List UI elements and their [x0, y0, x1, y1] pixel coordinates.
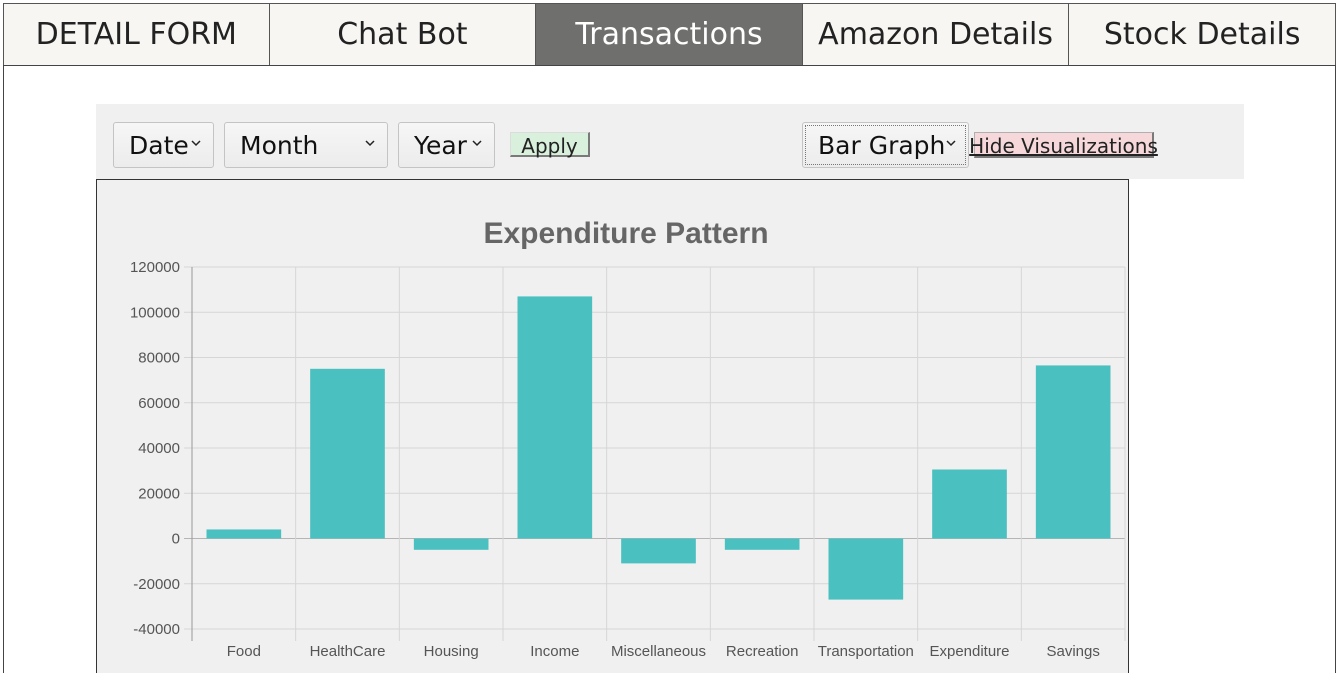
graph-type-label: Bar Graph — [818, 130, 946, 160]
bar-transportation — [828, 538, 904, 600]
bar-housing — [413, 538, 489, 550]
y-tick-label: -40000 — [133, 621, 180, 638]
x-tick-label: Recreation — [726, 643, 799, 660]
x-tick-label: Transportation — [818, 643, 914, 660]
chart-axes: 120000 100000 80000 60000 40000 20000 0 -20000 -… — [130, 259, 1100, 660]
bar-income — [517, 296, 593, 539]
month-select[interactable]: Month — [224, 122, 388, 168]
y-tick-label: 20000 — [138, 485, 180, 502]
tab-chat-bot[interactable]: Chat Bot — [269, 3, 537, 65]
bar-savings — [1035, 365, 1111, 539]
tab-transactions[interactable]: Transactions — [536, 3, 803, 65]
bar-expenditure — [932, 469, 1007, 539]
y-tick-label: 80000 — [138, 350, 180, 367]
chart-title: Expenditure Pattern — [483, 217, 768, 250]
bar-food — [206, 529, 282, 539]
hide-visualizations-button[interactable]: Hide Visualizations — [969, 132, 1158, 158]
bar-healthcare — [310, 368, 385, 539]
y-tick-label: 120000 — [130, 259, 180, 276]
x-tick-label: Expenditure — [929, 643, 1009, 660]
y-tick-label: 100000 — [130, 304, 180, 321]
chevron-down-icon — [472, 140, 482, 147]
chevron-down-icon — [365, 140, 375, 147]
tab-stock-details[interactable]: Stock Details — [1069, 3, 1336, 65]
tab-amazon-details[interactable]: Amazon Details — [802, 3, 1070, 65]
chevron-down-icon — [946, 140, 956, 147]
x-tick-label: Income — [530, 643, 579, 660]
y-tick-label: 40000 — [138, 440, 180, 457]
chart-container: Expenditure Pattern 120000 100000 80000 600… — [96, 179, 1129, 673]
page-border-right — [1335, 65, 1336, 673]
tab-detail-form[interactable]: DETAIL FORM — [3, 3, 270, 65]
date-select[interactable]: Date — [113, 122, 214, 168]
page-border-left — [3, 65, 4, 673]
graph-type-select[interactable]: Bar Graph — [802, 122, 969, 168]
month-select-label: Month — [240, 130, 319, 160]
y-tick-label: 0 — [172, 531, 180, 548]
tab-bar: DETAIL FORM Chat Bot Transactions Amazon… — [3, 3, 1336, 66]
filter-toolbar: Date Month Year Apply Bar Graph Hide Vis… — [96, 104, 1244, 179]
x-tick-label: HealthCare — [310, 643, 386, 660]
apply-button[interactable]: Apply — [510, 132, 590, 158]
bar-recreation — [724, 538, 800, 550]
x-tick-label: Savings — [1046, 643, 1099, 660]
x-tick-label: Food — [227, 643, 261, 660]
y-tick-label: -20000 — [133, 576, 180, 593]
chevron-down-icon — [191, 140, 201, 147]
bar-chart: Expenditure Pattern 120000 100000 80000 600… — [130, 217, 1126, 660]
y-tick-label: 60000 — [138, 395, 180, 412]
year-select[interactable]: Year — [398, 122, 495, 168]
x-tick-label: Housing — [424, 643, 479, 660]
x-tick-label: Miscellaneous — [611, 643, 706, 660]
bar-miscellaneous — [621, 538, 696, 564]
date-select-label: Date — [129, 130, 189, 160]
year-select-label: Year — [414, 130, 467, 160]
app-window: DETAIL FORM Chat Bot Transactions Amazon… — [0, 0, 1337, 673]
